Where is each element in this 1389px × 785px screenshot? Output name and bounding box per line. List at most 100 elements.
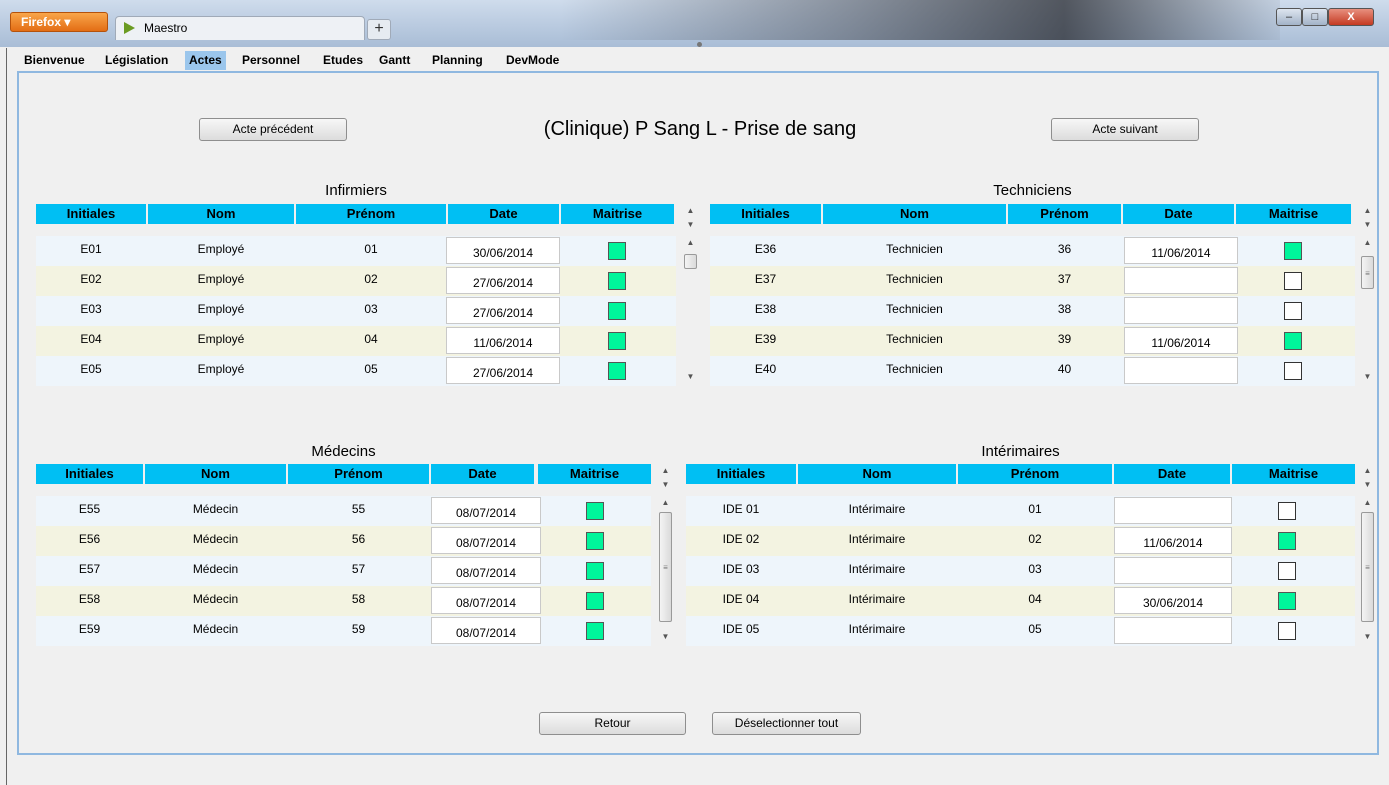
scroll-up-icon[interactable]: ▲ <box>1359 204 1376 218</box>
mastery-checkbox[interactable] <box>1278 592 1296 610</box>
temps-scrollbar[interactable]: ▲ ▼ ▲ ≡ ▼ <box>1359 464 1376 646</box>
table-row[interactable]: IDE 04 Intérimaire 04 30/06/2014 <box>686 586 1355 616</box>
date-field[interactable]: 08/07/2014 <box>431 617 541 644</box>
scroll-down-icon[interactable]: ▼ <box>1359 478 1376 492</box>
scroll-up-icon[interactable]: ▲ <box>682 204 699 218</box>
scroll-down-icon[interactable]: ▼ <box>682 218 699 232</box>
column-header-name[interactable]: Nom <box>823 204 1006 224</box>
column-header-firstname[interactable]: Prénom <box>1008 204 1121 224</box>
scroll-down-icon[interactable]: ▼ <box>1359 630 1376 644</box>
scroll-down-icon[interactable]: ▼ <box>1359 218 1376 232</box>
date-field[interactable]: 11/06/2014 <box>1124 327 1238 354</box>
scroll-up-icon[interactable]: ▲ <box>1359 496 1376 510</box>
table-row[interactable]: E56 Médecin 56 08/07/2014 <box>36 526 651 556</box>
column-header-initials[interactable]: Initiales <box>36 204 146 224</box>
date-field[interactable]: 08/07/2014 <box>431 557 541 584</box>
column-header-date[interactable]: Date <box>431 464 534 484</box>
back-button[interactable]: Retour <box>539 712 686 735</box>
date-field[interactable]: 30/06/2014 <box>1114 587 1232 614</box>
menu-devmode[interactable]: DevMode <box>502 51 563 70</box>
column-header-firstname[interactable]: Prénom <box>296 204 446 224</box>
scroll-thumb[interactable] <box>684 254 697 269</box>
date-field[interactable]: 08/07/2014 <box>431 587 541 614</box>
firefox-menu-button[interactable]: Firefox ▾ <box>10 12 108 32</box>
scroll-up-icon[interactable]: ▲ <box>1359 464 1376 478</box>
scroll-down-icon[interactable]: ▼ <box>657 478 674 492</box>
date-field[interactable] <box>1114 497 1232 524</box>
mastery-checkbox[interactable] <box>1284 272 1302 290</box>
next-acte-button[interactable]: Acte suivant <box>1051 118 1199 141</box>
date-field[interactable] <box>1124 357 1238 384</box>
table-row[interactable]: E01 Employé 01 30/06/2014 <box>36 236 676 266</box>
scroll-up-icon[interactable]: ▲ <box>657 464 674 478</box>
column-header-firstname[interactable]: Prénom <box>288 464 429 484</box>
scroll-up-icon[interactable]: ▲ <box>1359 236 1376 250</box>
mastery-checkbox[interactable] <box>586 532 604 550</box>
column-header-name[interactable]: Nom <box>145 464 286 484</box>
table-row[interactable]: E38 Technicien 38 <box>710 296 1355 326</box>
date-field[interactable] <box>1114 557 1232 584</box>
column-header-date[interactable]: Date <box>448 204 559 224</box>
table-row[interactable]: E37 Technicien 37 <box>710 266 1355 296</box>
mastery-checkbox[interactable] <box>1278 562 1296 580</box>
previous-acte-button[interactable]: Acte précédent <box>199 118 347 141</box>
mastery-checkbox[interactable] <box>586 622 604 640</box>
scroll-down-icon[interactable]: ▼ <box>682 370 699 384</box>
table-row[interactable]: E02 Employé 02 27/06/2014 <box>36 266 676 296</box>
menu-personnel[interactable]: Personnel <box>238 51 304 70</box>
menu-legislation[interactable]: Législation <box>101 51 172 70</box>
table-row[interactable]: E05 Employé 05 27/06/2014 <box>36 356 676 386</box>
browser-tab-maestro[interactable]: Maestro <box>115 16 365 40</box>
mastery-checkbox[interactable] <box>1278 502 1296 520</box>
nurses-scrollbar[interactable]: ▲ ▼ ▲ ▼ <box>682 204 699 386</box>
date-field[interactable] <box>1124 297 1238 324</box>
date-field[interactable]: 27/06/2014 <box>446 297 560 324</box>
mastery-checkbox[interactable] <box>608 332 626 350</box>
mastery-checkbox[interactable] <box>608 302 626 320</box>
date-field[interactable]: 11/06/2014 <box>446 327 560 354</box>
column-header-mastery[interactable]: Maitrise <box>561 204 674 224</box>
close-window-button[interactable]: X <box>1328 8 1374 26</box>
menu-etudes[interactable]: Etudes <box>319 51 367 70</box>
table-row[interactable]: IDE 05 Intérimaire 05 <box>686 616 1355 646</box>
mastery-checkbox[interactable] <box>1278 622 1296 640</box>
table-row[interactable]: E39 Technicien 39 11/06/2014 <box>710 326 1355 356</box>
column-header-date[interactable]: Date <box>1114 464 1230 484</box>
mastery-checkbox[interactable] <box>586 562 604 580</box>
technicians-scrollbar[interactable]: ▲ ▼ ▲ ≡ ▼ <box>1359 204 1376 386</box>
scroll-up-icon[interactable]: ▲ <box>657 496 674 510</box>
table-row[interactable]: E36 Technicien 36 11/06/2014 <box>710 236 1355 266</box>
column-header-initials[interactable]: Initiales <box>36 464 143 484</box>
column-header-initials[interactable]: Initiales <box>710 204 821 224</box>
scroll-thumb[interactable]: ≡ <box>1361 256 1374 289</box>
menu-bienvenue[interactable]: Bienvenue <box>20 51 89 70</box>
table-row[interactable]: E03 Employé 03 27/06/2014 <box>36 296 676 326</box>
table-row[interactable]: IDE 01 Intérimaire 01 <box>686 496 1355 526</box>
date-field[interactable] <box>1114 617 1232 644</box>
mastery-checkbox[interactable] <box>586 592 604 610</box>
scroll-up-icon[interactable]: ▲ <box>682 236 699 250</box>
mastery-checkbox[interactable] <box>608 362 626 380</box>
date-field[interactable]: 30/06/2014 <box>446 237 560 264</box>
table-row[interactable]: E04 Employé 04 11/06/2014 <box>36 326 676 356</box>
minimize-button[interactable]: – <box>1276 8 1302 26</box>
column-header-mastery[interactable]: Maitrise <box>1236 204 1351 224</box>
column-header-name[interactable]: Nom <box>798 464 956 484</box>
date-field[interactable] <box>1124 267 1238 294</box>
column-header-firstname[interactable]: Prénom <box>958 464 1112 484</box>
date-field[interactable]: 27/06/2014 <box>446 357 560 384</box>
menu-gantt[interactable]: Gantt <box>375 51 414 70</box>
date-field[interactable]: 08/07/2014 <box>431 497 541 524</box>
table-row[interactable]: E57 Médecin 57 08/07/2014 <box>36 556 651 586</box>
column-header-mastery[interactable]: Maitrise <box>1232 464 1355 484</box>
table-row[interactable]: IDE 03 Intérimaire 03 <box>686 556 1355 586</box>
mastery-checkbox[interactable] <box>1284 362 1302 380</box>
mastery-checkbox[interactable] <box>586 502 604 520</box>
mastery-checkbox[interactable] <box>1284 332 1302 350</box>
scroll-down-icon[interactable]: ▼ <box>657 630 674 644</box>
menu-actes[interactable]: Actes <box>185 51 226 70</box>
column-header-mastery[interactable]: Maitrise <box>538 464 651 484</box>
doctors-scrollbar[interactable]: ▲ ▼ ▲ ≡ ▼ <box>657 464 674 646</box>
new-tab-button[interactable]: + <box>367 19 391 40</box>
column-header-name[interactable]: Nom <box>148 204 294 224</box>
